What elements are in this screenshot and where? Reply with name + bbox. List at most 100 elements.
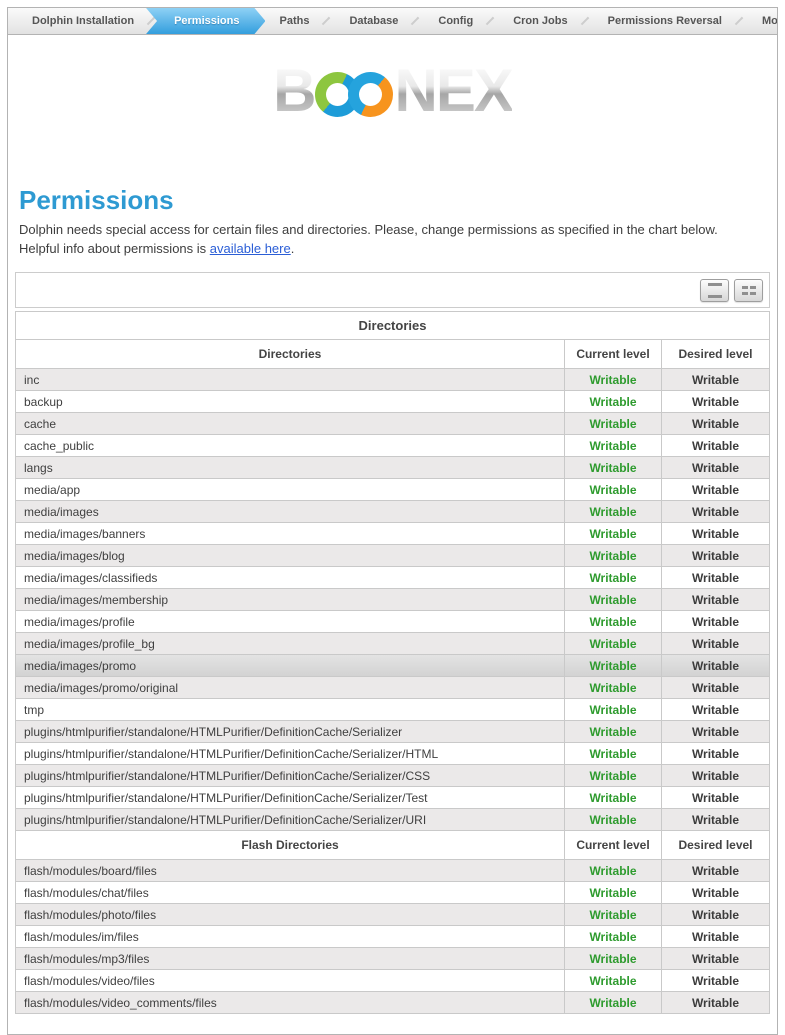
nav-step-permissions-reversal[interactable]: Permissions Reversal (596, 8, 734, 34)
desired-level-cell: Writable (662, 655, 770, 677)
table-row: flash/modules/chat/filesWritableWritable (16, 882, 770, 904)
chevron-separator-icon (322, 17, 330, 25)
list-view-button[interactable] (700, 279, 729, 302)
current-level-cell: Writable (565, 435, 662, 457)
table-row: media/images/promo/originalWritableWrita… (16, 677, 770, 699)
nav-step-paths[interactable]: Paths (267, 8, 321, 34)
boonex-ring-blue-orange-icon (348, 72, 393, 117)
directory-name-cell: media/images/promo/original (16, 677, 565, 699)
table-row: flash/modules/board/filesWritableWritabl… (16, 860, 770, 882)
directory-name-cell: flash/modules/video/files (16, 970, 565, 992)
desired-level-cell: Writable (662, 765, 770, 787)
directory-name-cell: media/images/membership (16, 589, 565, 611)
current-level-cell: Writable (565, 545, 662, 567)
nav-step-database[interactable]: Database (337, 8, 410, 34)
current-level-cell: Writable (565, 721, 662, 743)
table-row: plugins/htmlpurifier/standalone/HTMLPuri… (16, 721, 770, 743)
desired-level-cell: Writable (662, 391, 770, 413)
desired-level-cell: Writable (662, 589, 770, 611)
table-row: cacheWritableWritable (16, 413, 770, 435)
available-here-link[interactable]: available here (210, 241, 291, 256)
description-line1: Dolphin needs special access for certain… (19, 222, 718, 237)
current-level-cell: Writable (565, 479, 662, 501)
description-line2-suffix: . (291, 241, 295, 256)
table-row: media/imagesWritableWritable (16, 501, 770, 523)
table-row: flash/modules/mp3/filesWritableWritable (16, 948, 770, 970)
desired-level-cell: Writable (662, 567, 770, 589)
directory-name-cell: plugins/htmlpurifier/standalone/HTMLPuri… (16, 743, 565, 765)
directory-name-cell: media/images/blog (16, 545, 565, 567)
desired-level-cell: Writable (662, 479, 770, 501)
grid-view-button[interactable] (734, 279, 763, 302)
page-title: Permissions (19, 185, 770, 216)
desired-level-cell: Writable (662, 809, 770, 831)
directory-name-cell: media/images/promo (16, 655, 565, 677)
column-header-desired-level: Desired level (662, 340, 770, 369)
table-row: flash/modules/video/filesWritableWritabl… (16, 970, 770, 992)
permissions-table: Directories Directories Current level De… (15, 311, 770, 1014)
chevron-separator-icon (147, 17, 155, 25)
column-header-directories: Directories (16, 340, 565, 369)
desired-level-cell: Writable (662, 926, 770, 948)
nav-step-dolphin-installation[interactable]: Dolphin Installation (20, 8, 146, 34)
desired-level-cell: Writable (662, 633, 770, 655)
chevron-separator-icon (580, 17, 588, 25)
desired-level-cell: Writable (662, 860, 770, 882)
directory-name-cell: inc (16, 369, 565, 391)
nav-step-cron-jobs[interactable]: Cron Jobs (501, 8, 579, 34)
directory-name-cell: media/images/profile_bg (16, 633, 565, 655)
nav-step-permissions[interactable]: Permissions (146, 8, 265, 34)
logo-letter-b: B (273, 61, 314, 121)
desired-level-cell: Writable (662, 523, 770, 545)
desired-level-cell: Writable (662, 677, 770, 699)
current-level-cell: Writable (565, 589, 662, 611)
nav-step-config[interactable]: Config (426, 8, 485, 34)
directory-name-cell: media/app (16, 479, 565, 501)
description-line2-prefix: Helpful info about permissions is (19, 241, 210, 256)
directory-name-cell: cache_public (16, 435, 565, 457)
desired-level-cell: Writable (662, 435, 770, 457)
table-row: plugins/htmlpurifier/standalone/HTMLPuri… (16, 765, 770, 787)
desired-level-cell: Writable (662, 743, 770, 765)
current-level-cell: Writable (565, 787, 662, 809)
desired-level-cell: Writable (662, 970, 770, 992)
chevron-separator-icon (411, 17, 419, 25)
list-view-icon (708, 283, 722, 298)
current-level-cell: Writable (565, 809, 662, 831)
directory-name-cell: flash/modules/im/files (16, 926, 565, 948)
page-content: B NEX Permissions Dolphin needs special … (8, 35, 777, 1034)
nav-step-modules[interactable]: Modules (750, 8, 777, 34)
step-nav: Dolphin InstallationPermissionsPaths Data… (8, 8, 777, 35)
table-row: media/images/profileWritableWritable (16, 611, 770, 633)
directory-name-cell: plugins/htmlpurifier/standalone/HTMLPuri… (16, 721, 565, 743)
boonex-logo: B NEX (15, 35, 770, 141)
flash-directories-rows: flash/modules/board/filesWritableWritabl… (16, 860, 770, 1014)
current-level-cell: Writable (565, 677, 662, 699)
page-frame: Dolphin InstallationPermissionsPathsData… (7, 7, 778, 1035)
page-description: Dolphin needs special access for certain… (19, 220, 770, 258)
desired-level-cell: Writable (662, 545, 770, 567)
desired-level-cell: Writable (662, 611, 770, 633)
directory-name-cell: flash/modules/chat/files (16, 882, 565, 904)
column-header-row: Directories Current level Desired level (16, 340, 770, 369)
desired-level-cell: Writable (662, 904, 770, 926)
table-row: cache_publicWritableWritable (16, 435, 770, 457)
desired-level-cell: Writable (662, 501, 770, 523)
table-row: media/images/membershipWritableWritable (16, 589, 770, 611)
table-row: incWritableWritable (16, 369, 770, 391)
table-row: media/images/promoWritableWritable (16, 655, 770, 677)
current-level-cell: Writable (565, 904, 662, 926)
directory-name-cell: media/images (16, 501, 565, 523)
current-level-cell: Writable (565, 413, 662, 435)
directory-name-cell: plugins/htmlpurifier/standalone/HTMLPuri… (16, 787, 565, 809)
desired-level-cell: Writable (662, 992, 770, 1014)
table-row: langsWritableWritable (16, 457, 770, 479)
desired-level-cell: Writable (662, 721, 770, 743)
current-level-cell: Writable (565, 567, 662, 589)
current-level-cell: Writable (565, 948, 662, 970)
current-level-cell: Writable (565, 501, 662, 523)
table-row: flash/modules/im/filesWritableWritable (16, 926, 770, 948)
directory-name-cell: langs (16, 457, 565, 479)
current-level-cell: Writable (565, 743, 662, 765)
table-row: flash/modules/photo/filesWritableWritabl… (16, 904, 770, 926)
